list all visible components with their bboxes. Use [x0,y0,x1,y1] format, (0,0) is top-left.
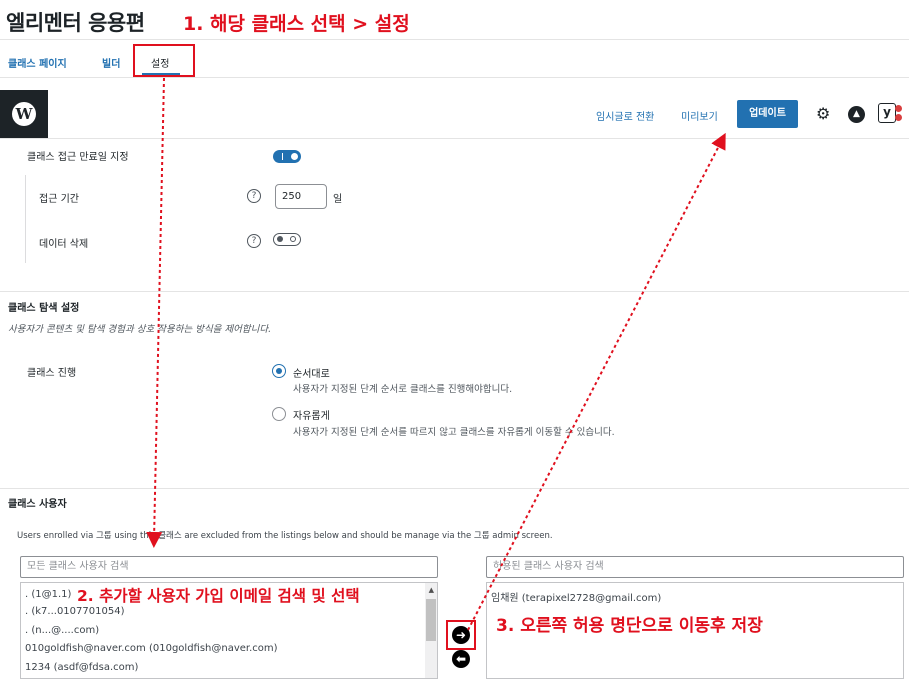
annotation-arrows [146,77,726,631]
annotation-arrow-step-1 [146,77,165,548]
annotation-arrow-step-3 [467,132,726,631]
